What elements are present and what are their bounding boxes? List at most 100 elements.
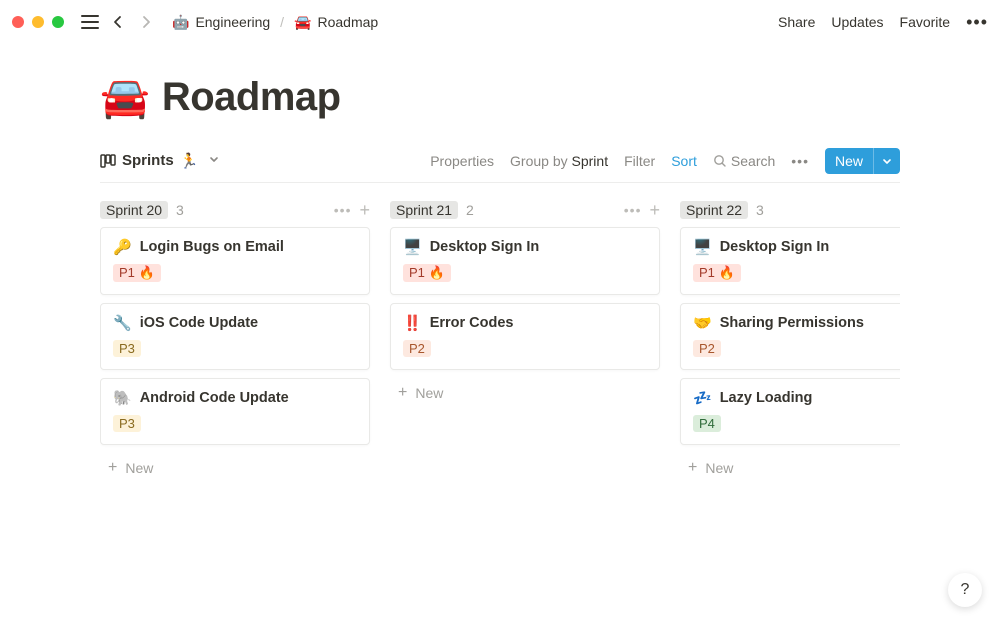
card-title-text: iOS Code Update — [140, 315, 258, 331]
priority-badge: P2 — [403, 340, 431, 357]
breadcrumb-parent-emoji: 🤖 — [172, 14, 189, 31]
back-button[interactable] — [106, 10, 130, 34]
new-button-dropdown[interactable] — [873, 148, 900, 174]
favorite-button[interactable]: Favorite — [900, 14, 951, 30]
breadcrumb-current-emoji: 🚘 — [294, 14, 311, 31]
add-card-label: New — [705, 460, 733, 476]
board-column: Sprint 223•••+🖥️Desktop Sign InP1 🔥🤝Shar… — [680, 193, 900, 603]
page-title[interactable]: Roadmap — [162, 75, 341, 120]
card[interactable]: 💤Lazy LoadingP4 — [680, 378, 900, 445]
column-count: 2 — [466, 202, 474, 218]
card[interactable]: 🖥️ Desktop Sign In P1 🔥 — [680, 227, 900, 295]
plus-icon: + — [398, 384, 407, 402]
close-window-icon[interactable] — [12, 16, 24, 28]
menu-icon[interactable] — [78, 10, 102, 34]
page-more-icon[interactable]: ••• — [966, 12, 988, 33]
forward-button[interactable] — [134, 10, 158, 34]
card-emoji: 💤 — [693, 389, 712, 407]
column-header: Sprint 21 2 ••• + — [390, 193, 660, 227]
board-icon — [100, 153, 116, 169]
column-name[interactable]: Sprint 21 — [390, 201, 458, 219]
priority-badge: P1 🔥 — [113, 264, 161, 282]
card-title: 🤝 Sharing Permissions — [693, 314, 900, 332]
card-emoji: 🖥️ — [693, 238, 712, 256]
view-emoji: 🏃 — [180, 152, 199, 170]
properties-button[interactable]: Properties — [430, 153, 494, 169]
topbar: 🤖 Engineering / 🚘 Roadmap Share Updates … — [0, 0, 1000, 44]
sort-button[interactable]: Sort — [671, 153, 697, 169]
priority-badge: P1 🔥 — [693, 264, 741, 282]
breadcrumb-current[interactable]: 🚘 Roadmap — [290, 12, 382, 33]
card-emoji: 🐘 — [113, 389, 132, 407]
card-title-text: Sharing Permissions — [720, 315, 864, 331]
add-card-label: New — [125, 460, 153, 476]
controls-more-icon[interactable]: ••• — [791, 153, 809, 169]
add-card-button[interactable]: +New — [390, 378, 660, 408]
column-name[interactable]: Sprint 22 — [680, 201, 748, 219]
title-row: 🚘 Roadmap — [100, 74, 900, 121]
new-button[interactable]: New — [825, 148, 900, 174]
column-count: 3 — [756, 202, 764, 218]
column-add-icon[interactable]: + — [359, 200, 370, 221]
card-title-text: Desktop Sign In — [430, 239, 540, 255]
card[interactable]: 🖥️Desktop Sign InP1 🔥 — [390, 227, 660, 295]
breadcrumb: 🤖 Engineering / 🚘 Roadmap — [168, 12, 382, 33]
add-card-button[interactable]: + New — [100, 453, 370, 483]
card-emoji: 🤝 — [693, 314, 712, 332]
window-controls — [12, 16, 64, 28]
view-selector[interactable]: Sprints 🏃 — [100, 152, 220, 170]
card-title-text: Desktop Sign In — [720, 239, 830, 255]
column-count: 3 — [176, 202, 184, 218]
column-name[interactable]: Sprint 20 — [100, 201, 168, 219]
chevron-down-icon — [882, 156, 892, 166]
group-by-prefix: Group by — [510, 153, 571, 169]
search-label: Search — [731, 153, 775, 169]
add-card-button[interactable]: + New — [680, 453, 900, 483]
group-by-button[interactable]: Group by Sprint — [510, 153, 608, 169]
card-emoji: 🔧 — [113, 314, 132, 332]
column-header-right: ••• + — [334, 200, 370, 221]
column-more-icon[interactable]: ••• — [624, 202, 642, 218]
column-header: Sprint 20 3 ••• + — [100, 193, 370, 227]
board-column: Sprint 203•••+🔑Login Bugs on EmailP1 🔥🔧i… — [100, 193, 370, 603]
breadcrumb-separator: / — [280, 14, 284, 30]
column-header: Sprint 223•••+ — [680, 193, 900, 227]
card-title: 🔧 iOS Code Update — [113, 314, 357, 332]
updates-button[interactable]: Updates — [831, 14, 883, 30]
maximize-window-icon[interactable] — [52, 16, 64, 28]
view-controls: Sprints 🏃 Properties Group by Sprint Fil… — [100, 139, 900, 183]
topbar-right: Share Updates Favorite ••• — [778, 12, 988, 33]
column-add-icon[interactable]: + — [649, 200, 660, 221]
plus-icon: + — [688, 459, 697, 477]
card-title-text: Error Codes — [430, 315, 514, 331]
card[interactable]: ‼️ Error Codes P2 — [390, 303, 660, 370]
controls-right: Properties Group by Sprint Filter Sort S… — [430, 148, 900, 174]
share-button[interactable]: Share — [778, 14, 815, 30]
priority-badge: P3 — [113, 415, 141, 432]
filter-button[interactable]: Filter — [624, 153, 655, 169]
card[interactable]: 🤝 Sharing Permissions P2 — [680, 303, 900, 370]
card-title: 🔑Login Bugs on Email — [113, 238, 357, 256]
card-title-text: Login Bugs on Email — [140, 239, 284, 255]
page: 🚘 Roadmap Sprints 🏃 Properties Group by … — [0, 44, 1000, 603]
card[interactable]: 🔧iOS Code UpdateP3 — [100, 303, 370, 370]
card-title: ‼️ Error Codes — [403, 314, 647, 332]
search-button[interactable]: Search — [713, 153, 775, 169]
board-column: Sprint 21 2 ••• + 🖥️Desktop Sign InP1 🔥 ‼️ Err… — [390, 193, 660, 603]
card-emoji: ‼️ — [403, 314, 422, 332]
board: Sprint 203•••+🔑Login Bugs on EmailP1 🔥🔧i… — [100, 193, 900, 603]
breadcrumb-parent[interactable]: 🤖 Engineering — [168, 12, 274, 33]
card[interactable]: 🐘Android Code Update P3 — [100, 378, 370, 445]
card-title: 🖥️ Desktop Sign In — [693, 238, 900, 256]
card[interactable]: 🔑Login Bugs on Email P1 🔥 — [100, 227, 370, 295]
priority-badge: P2 — [693, 340, 721, 357]
breadcrumb-parent-label: Engineering — [195, 14, 270, 30]
view-name: Sprints — [122, 152, 174, 169]
help-button[interactable]: ? — [948, 573, 982, 607]
search-icon — [713, 154, 727, 168]
plus-icon: + — [108, 459, 117, 477]
minimize-window-icon[interactable] — [32, 16, 44, 28]
page-emoji[interactable]: 🚘 — [100, 74, 150, 121]
card-title: 🐘Android Code Update — [113, 389, 357, 407]
column-more-icon[interactable]: ••• — [334, 202, 352, 218]
